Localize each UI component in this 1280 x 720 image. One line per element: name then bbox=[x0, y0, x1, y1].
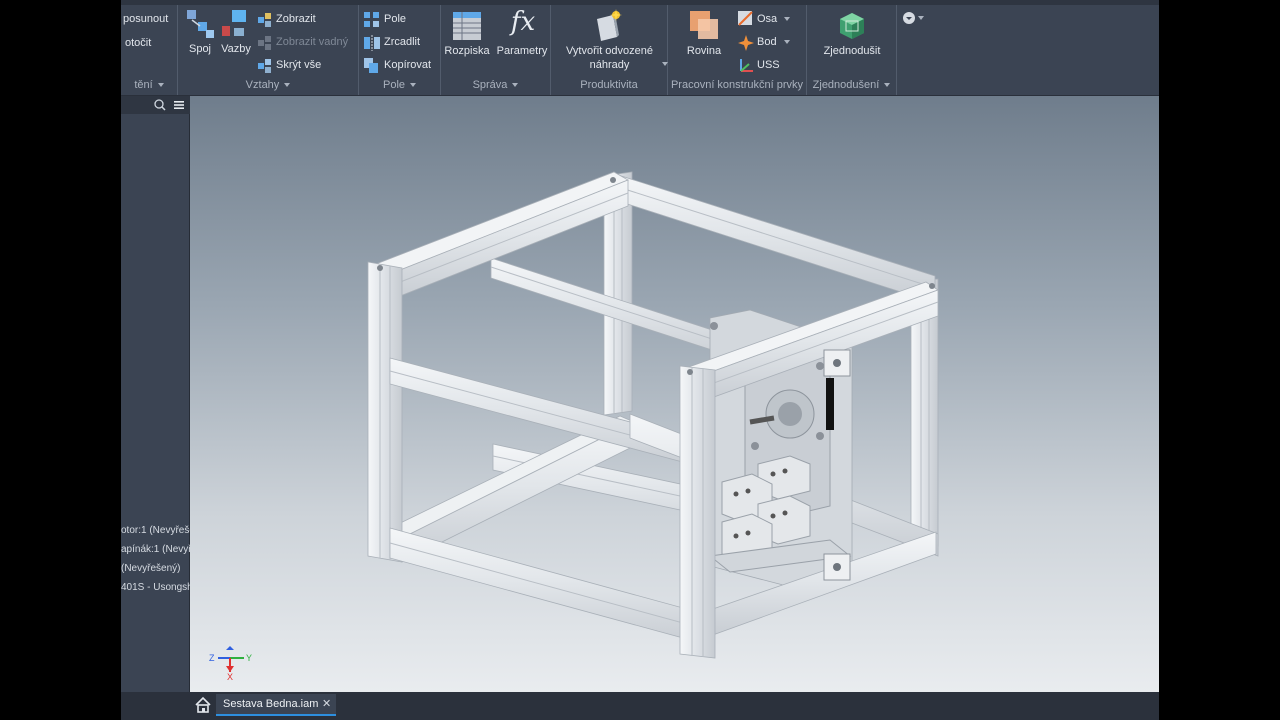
browser-item[interactable]: (Nevyřešený) bbox=[121, 563, 180, 574]
rotate-button[interactable]: otočit bbox=[125, 37, 151, 49]
customize-dropdown-icon[interactable] bbox=[902, 11, 930, 25]
axis-dropdown-icon[interactable] bbox=[784, 17, 790, 21]
copy-icon bbox=[364, 58, 378, 73]
panel-title-zjednoduseni[interactable]: Zjednodušení bbox=[807, 79, 896, 93]
browser-header bbox=[121, 96, 190, 114]
pattern-button[interactable]: Pole bbox=[384, 13, 406, 25]
panel-sprava: Rozpiska fx Parametry Správa bbox=[441, 5, 551, 95]
panel-title-work-features: Pracovní konstrukční prvky bbox=[670, 79, 804, 91]
simplify-button[interactable]: Zjednodušit bbox=[807, 45, 897, 57]
simplify-icon bbox=[840, 13, 864, 39]
constraints-button[interactable]: Vazby bbox=[214, 43, 258, 55]
copy-button[interactable]: Kopírovat bbox=[384, 59, 431, 71]
hide-all-button[interactable]: Skrýt vše bbox=[276, 59, 321, 71]
panel-title-cut[interactable]: tění bbox=[121, 79, 177, 93]
plane-icon bbox=[690, 11, 718, 39]
home-icon[interactable] bbox=[194, 696, 212, 714]
joint-icon bbox=[187, 10, 214, 38]
parameters-button[interactable]: Parametry bbox=[493, 45, 551, 57]
panel-vztahy: Spoj Vazby Zobrazit Zobrazit vadný Skrýt… bbox=[178, 5, 359, 95]
axis-icon bbox=[738, 11, 753, 26]
document-tab[interactable]: Sestava Bedna.iam ✕ bbox=[216, 694, 336, 716]
plane-button[interactable]: Rovina bbox=[674, 45, 734, 57]
graphics-viewport[interactable]: Z Y X bbox=[190, 96, 1159, 692]
mirror-icon bbox=[364, 35, 380, 51]
move-button[interactable]: posunout bbox=[123, 13, 168, 25]
pattern-icon bbox=[364, 12, 379, 27]
search-icon[interactable] bbox=[154, 99, 166, 111]
show-sick-icon bbox=[258, 36, 271, 50]
show-sick-button[interactable]: Zobrazit vadný bbox=[276, 36, 348, 48]
front-bottom-rail bbox=[389, 527, 706, 645]
browser-item[interactable]: 401S - Usongsh bbox=[121, 582, 193, 593]
assembly-model[interactable] bbox=[190, 96, 1159, 692]
hide-all-icon bbox=[258, 59, 271, 73]
panel-zjednoduseni: Zjednodušit Zjednodušení bbox=[807, 5, 897, 95]
panel-component-cut: posunout otočit tění bbox=[121, 5, 178, 95]
mirror-button[interactable]: Zrcadlit bbox=[384, 36, 420, 48]
derived-substitute-line2[interactable]: náhrady bbox=[551, 59, 668, 71]
axis-label-y: Y bbox=[246, 653, 253, 663]
inventor-window: posunout otočit tění Spoj Vazby Zobrazit bbox=[121, 0, 1159, 720]
show-relations-button[interactable]: Zobrazit bbox=[276, 13, 316, 25]
panel-produktivita: Vytvořit odvozené náhrady Produktivita bbox=[551, 5, 668, 95]
point-dropdown-icon[interactable] bbox=[784, 40, 790, 44]
model-browser: otor:1 (Nevyřeše apínák:1 (Nevyře (Nevyř… bbox=[121, 96, 197, 711]
front-left-post bbox=[367, 261, 403, 563]
back-top-rail bbox=[614, 173, 936, 304]
fx-icon: fx bbox=[510, 7, 536, 37]
panel-pole: Pole Zrcadlit Kopírovat Pole bbox=[359, 5, 441, 95]
front-right-post bbox=[679, 365, 716, 659]
panel-title-vztahy[interactable]: Vztahy bbox=[178, 79, 358, 93]
menu-icon[interactable] bbox=[173, 99, 185, 111]
browser-item[interactable]: apínák:1 (Nevyře bbox=[121, 544, 197, 555]
point-icon bbox=[738, 35, 754, 51]
ucs-button[interactable]: USS bbox=[757, 59, 780, 71]
derived-substitute-icon bbox=[597, 9, 622, 41]
close-icon[interactable]: ✕ bbox=[322, 697, 331, 710]
panel-work-features: Rovina Osa Bod USS Pracovní konstrukční … bbox=[668, 5, 807, 95]
panel-title-produktivita: Produktivita bbox=[580, 79, 638, 91]
ucs-icon bbox=[740, 59, 753, 72]
panel-title-pole[interactable]: Pole bbox=[359, 79, 440, 93]
ribbon: posunout otočit tění Spoj Vazby Zobrazit bbox=[121, 0, 1159, 96]
left-letterbox bbox=[0, 0, 121, 720]
axis-button[interactable]: Osa bbox=[757, 13, 777, 25]
document-tab-bar: Sestava Bedna.iam ✕ bbox=[121, 692, 1159, 720]
right-letterbox bbox=[1159, 0, 1280, 720]
bom-button[interactable]: Rozpiska bbox=[441, 45, 493, 57]
derived-substitute-line1[interactable]: Vytvořit odvozené bbox=[551, 45, 668, 57]
show-relations-icon bbox=[258, 13, 271, 27]
axis-label-x: X bbox=[227, 672, 234, 682]
point-button[interactable]: Bod bbox=[757, 36, 777, 48]
bom-icon bbox=[453, 12, 481, 40]
browser-item[interactable]: otor:1 (Nevyřeše bbox=[121, 525, 195, 536]
axis-label-z: Z bbox=[209, 653, 215, 663]
document-tab-label: Sestava Bedna.iam bbox=[223, 698, 319, 710]
panel-title-sprava[interactable]: Správa bbox=[441, 79, 550, 93]
constraint-icon bbox=[222, 10, 246, 36]
